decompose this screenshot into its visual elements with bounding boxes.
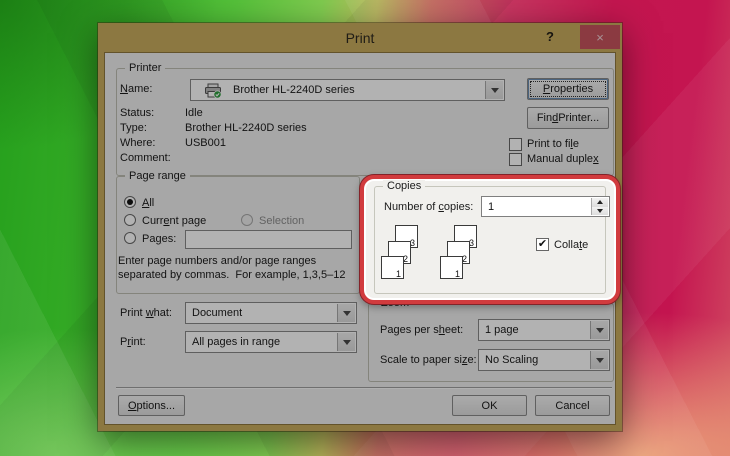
- pages-per-sheet-label: Pages per sheet:: [380, 324, 463, 336]
- print-range-combobox[interactable]: All pages in range: [185, 331, 357, 353]
- collate-sheet: 1: [381, 256, 404, 279]
- title-bar[interactable]: Print ? ×: [98, 23, 622, 53]
- selection-radio: [241, 214, 253, 226]
- pages-per-sheet-value: 1 page: [485, 320, 519, 340]
- collate-sheet-number: 1: [455, 269, 460, 279]
- pages-per-sheet-combobox[interactable]: 1 page: [478, 319, 610, 341]
- comment-label: Comment:: [120, 152, 171, 164]
- status-value: Idle: [185, 107, 203, 119]
- scale-to-paper-size-value: No Scaling: [485, 350, 538, 370]
- current-page-radio-label[interactable]: Current page: [142, 215, 206, 227]
- print-what-value: Document: [192, 303, 242, 323]
- options-button[interactable]: Options...: [118, 395, 185, 416]
- scale-to-paper-size-combobox[interactable]: No Scaling: [478, 349, 610, 371]
- manual-duplex-checkbox[interactable]: [509, 153, 522, 166]
- copies-highlight-callout: Copies Number of copies: 1 3 2 1: [360, 175, 620, 304]
- collate-sheet-number: 1: [396, 269, 401, 279]
- where-label: Where:: [120, 137, 155, 149]
- scale-to-paper-size-label: Scale to paper size:: [380, 354, 477, 366]
- chevron-down-icon[interactable]: [590, 321, 608, 339]
- print-range-label: Print:: [120, 336, 146, 348]
- collate-checkbox-label[interactable]: Collate: [554, 239, 588, 251]
- printer-name-combobox[interactable]: Brother HL-2240D series: [190, 79, 505, 101]
- pages-input[interactable]: [185, 230, 352, 249]
- collate-sheet: 1: [440, 256, 463, 279]
- printer-name-label: Name:: [120, 83, 152, 95]
- chevron-down-icon[interactable]: [590, 351, 608, 369]
- type-value: Brother HL-2240D series: [185, 122, 307, 134]
- spin-down-icon[interactable]: [592, 207, 608, 216]
- print-what-label: Print what:: [120, 307, 172, 319]
- desktop-background: Print ? × Printer Name:: [0, 0, 730, 456]
- status-label: Status:: [120, 107, 154, 119]
- current-page-radio[interactable]: [124, 214, 136, 226]
- print-to-file-label[interactable]: Print to file: [527, 138, 579, 150]
- ok-button[interactable]: OK: [452, 395, 527, 416]
- chevron-down-icon[interactable]: [337, 333, 355, 351]
- copies-group-label: Copies: [383, 180, 425, 192]
- page-range-hint-line2: separated by commas. For example, 1,3,5–…: [118, 268, 345, 282]
- print-what-combobox[interactable]: Document: [185, 302, 357, 324]
- footer-divider: [116, 387, 612, 389]
- number-of-copies-label: Number of copies:: [384, 201, 473, 213]
- pages-radio-label[interactable]: Pages:: [142, 233, 176, 245]
- where-value: USB001: [185, 137, 226, 149]
- print-dialog: Print ? × Printer Name:: [98, 23, 622, 431]
- chevron-down-icon[interactable]: [485, 81, 503, 99]
- properties-button[interactable]: Properties: [527, 78, 609, 100]
- page-range-hint-line1: Enter page numbers and/or page ranges: [118, 254, 316, 268]
- close-icon[interactable]: ×: [580, 25, 620, 49]
- all-radio[interactable]: [124, 196, 136, 208]
- print-to-file-checkbox[interactable]: [509, 138, 522, 151]
- printer-group-label: Printer: [125, 62, 165, 74]
- pages-radio[interactable]: [124, 232, 136, 244]
- number-of-copies-stepper[interactable]: 1: [481, 196, 610, 217]
- selection-radio-label: Selection: [259, 215, 304, 227]
- all-radio-label[interactable]: All: [142, 197, 154, 209]
- find-printer-button[interactable]: Find Printer...: [527, 107, 609, 129]
- collate-checkbox[interactable]: ✔: [536, 238, 549, 251]
- cancel-button[interactable]: Cancel: [535, 395, 610, 416]
- print-range-value: All pages in range: [192, 332, 280, 352]
- manual-duplex-label[interactable]: Manual duplex: [527, 153, 599, 165]
- page-range-group-label: Page range: [125, 170, 190, 182]
- number-of-copies-value: 1: [488, 197, 494, 216]
- chevron-down-icon[interactable]: [337, 304, 355, 322]
- type-label: Type:: [120, 122, 147, 134]
- help-icon[interactable]: ?: [540, 29, 560, 47]
- printer-name-value: Brother HL-2240D series: [233, 80, 355, 100]
- printer-icon: [203, 83, 223, 104]
